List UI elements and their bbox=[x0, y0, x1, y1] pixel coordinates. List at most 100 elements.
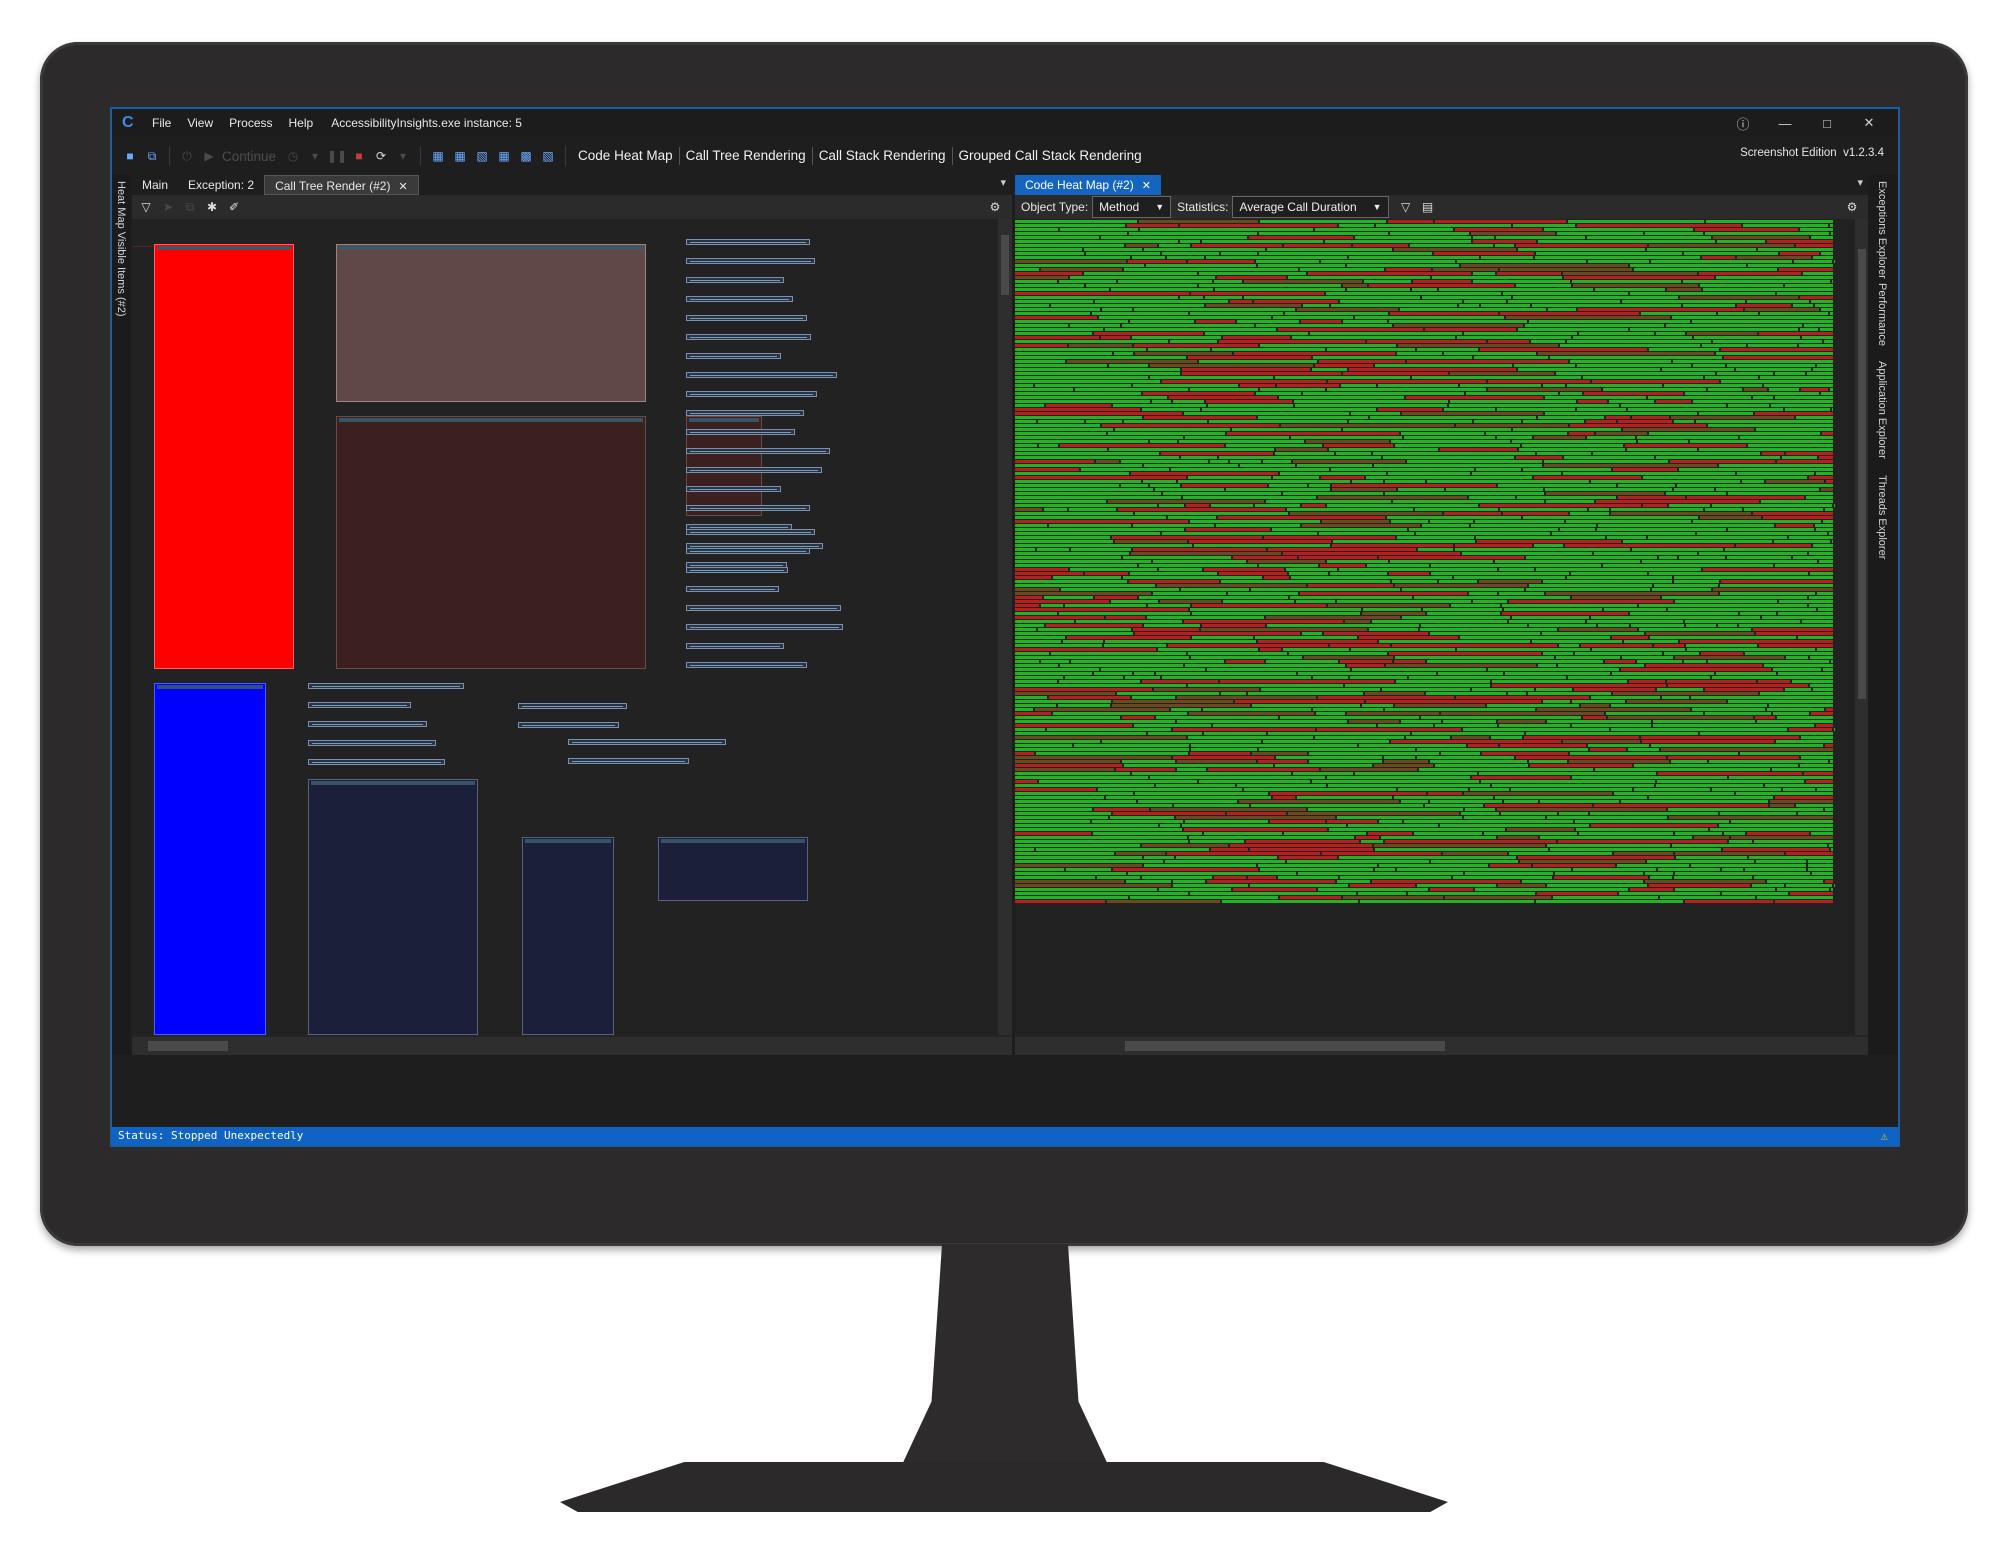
heat-map-cell[interactable] bbox=[1819, 560, 1833, 563]
heat-map-cell[interactable] bbox=[1430, 520, 1473, 523]
heat-map-cell[interactable] bbox=[1810, 684, 1833, 687]
tab-code-heat-map[interactable]: Code Heat Map (#2) ✕ bbox=[1015, 175, 1161, 195]
heat-map-cell[interactable] bbox=[1813, 256, 1833, 259]
heat-map-cell[interactable] bbox=[1132, 772, 1291, 775]
heat-map-cell[interactable] bbox=[1124, 420, 1207, 423]
heat-map-cell[interactable] bbox=[1058, 704, 1110, 707]
heat-map-cell[interactable] bbox=[1572, 776, 1727, 779]
heat-map-cell[interactable] bbox=[1675, 872, 1810, 875]
heat-map-cell[interactable] bbox=[1645, 232, 1703, 235]
heat-map-cell[interactable] bbox=[1487, 704, 1579, 707]
heat-map-cell[interactable] bbox=[1804, 772, 1833, 775]
heat-map-cell[interactable] bbox=[1789, 536, 1833, 539]
heat-map-cell[interactable] bbox=[1015, 816, 1108, 819]
heat-map-cell[interactable] bbox=[1525, 324, 1664, 327]
heat-map-cell[interactable] bbox=[1015, 880, 1124, 883]
heat-map-cell[interactable] bbox=[1379, 820, 1402, 823]
heat-map-cell[interactable] bbox=[1134, 724, 1211, 727]
heat-map-cell[interactable] bbox=[1158, 648, 1258, 651]
heat-map-cell[interactable] bbox=[1811, 712, 1833, 715]
heat-map-cell[interactable] bbox=[1199, 272, 1306, 275]
heat-map-cell[interactable] bbox=[1667, 680, 1756, 683]
heat-map-cell[interactable] bbox=[1223, 600, 1294, 603]
heat-map-cell[interactable] bbox=[1093, 832, 1202, 835]
heat-map-cell[interactable] bbox=[1672, 316, 1833, 319]
heat-map-cell[interactable] bbox=[1297, 796, 1392, 799]
heat-map-cell[interactable] bbox=[1641, 736, 1799, 739]
heat-map-cell[interactable] bbox=[1543, 700, 1570, 703]
heat-map-cell[interactable] bbox=[1190, 892, 1356, 895]
heat-map-cell[interactable] bbox=[1015, 356, 1186, 359]
heat-map-cell[interactable] bbox=[1744, 508, 1823, 511]
heat-map-cell[interactable] bbox=[1700, 732, 1833, 735]
heat-map-cell[interactable] bbox=[1825, 880, 1833, 883]
heat-map-cell[interactable] bbox=[1674, 876, 1752, 879]
heat-map-cell[interactable] bbox=[1015, 400, 1150, 403]
heat-map-cell[interactable] bbox=[1710, 828, 1833, 831]
heat-map-cell[interactable] bbox=[1821, 392, 1833, 395]
heat-map-cell[interactable] bbox=[1015, 396, 1167, 399]
heat-map-cell[interactable] bbox=[1722, 868, 1743, 871]
heat-map-cell[interactable] bbox=[1015, 312, 1090, 315]
exceptions-explorer-tab[interactable]: Exceptions Explorer bbox=[1876, 181, 1888, 279]
heat-map-cell[interactable] bbox=[1109, 448, 1274, 451]
heat-map-cell[interactable] bbox=[1263, 740, 1389, 743]
heat-map-cell[interactable] bbox=[1015, 532, 1160, 535]
heat-map-cell[interactable] bbox=[1015, 308, 1100, 311]
heat-map-cell[interactable] bbox=[1481, 780, 1655, 783]
heat-map-cell[interactable] bbox=[1015, 584, 1155, 587]
heat-map-cell[interactable] bbox=[1415, 508, 1498, 511]
pane-menu-icon[interactable]: ▾ bbox=[1857, 176, 1863, 189]
heat-map-cell[interactable] bbox=[1823, 668, 1833, 671]
heat-map-cell[interactable] bbox=[1394, 796, 1493, 799]
heat-map-cell[interactable] bbox=[1218, 516, 1385, 519]
heat-map-cell[interactable] bbox=[1775, 564, 1833, 567]
heat-map-cell[interactable] bbox=[1244, 788, 1396, 791]
tree-node-navy-small[interactable] bbox=[522, 837, 614, 1035]
tree-node-label[interactable] bbox=[686, 586, 779, 592]
heat-map-cell[interactable] bbox=[1381, 836, 1496, 839]
heat-map-cell[interactable] bbox=[1053, 712, 1187, 715]
heat-map-cell[interactable] bbox=[1469, 496, 1515, 499]
heat-map-cell[interactable] bbox=[1554, 876, 1648, 879]
heat-map-cell[interactable] bbox=[1275, 452, 1334, 455]
heat-map-cell[interactable] bbox=[1461, 812, 1499, 815]
heat-map-cell[interactable] bbox=[1208, 768, 1319, 771]
heat-map-cell[interactable] bbox=[1630, 328, 1798, 331]
heat-map-cell[interactable] bbox=[1556, 656, 1620, 659]
heat-map-cell[interactable] bbox=[1038, 420, 1084, 423]
heat-map-cell[interactable] bbox=[1135, 352, 1232, 355]
heat-map-cell[interactable] bbox=[1518, 856, 1674, 859]
heat-map-cell[interactable] bbox=[1290, 512, 1442, 515]
heat-map-cell[interactable] bbox=[1712, 788, 1781, 791]
heat-map-cell[interactable] bbox=[1092, 312, 1188, 315]
heat-map-cell[interactable] bbox=[1385, 840, 1556, 843]
heat-map-cell[interactable] bbox=[1176, 856, 1277, 859]
heat-map-cell[interactable] bbox=[1230, 300, 1252, 303]
heat-map-cell[interactable] bbox=[1132, 336, 1221, 339]
heat-map-cell[interactable] bbox=[1046, 404, 1111, 407]
heat-map-cell[interactable] bbox=[1070, 324, 1120, 327]
heat-map-cell[interactable] bbox=[1015, 688, 1152, 691]
heat-map-cell[interactable] bbox=[1182, 824, 1346, 827]
heat-map-cell[interactable] bbox=[1324, 444, 1393, 447]
heat-map-cell[interactable] bbox=[1015, 804, 1172, 807]
heat-map-cell[interactable] bbox=[1806, 780, 1833, 783]
heat-map-cell[interactable] bbox=[1182, 372, 1341, 375]
heat-map-cell[interactable] bbox=[1737, 256, 1811, 259]
heat-map-cell[interactable] bbox=[1769, 704, 1833, 707]
heat-map-cell[interactable] bbox=[1015, 488, 1153, 491]
heat-map-cell[interactable] bbox=[1762, 452, 1784, 455]
heat-map-cell[interactable] bbox=[1298, 872, 1463, 875]
heat-map-cell[interactable] bbox=[1015, 444, 1037, 447]
heat-map-cell[interactable] bbox=[1820, 328, 1833, 331]
heat-map-cell[interactable] bbox=[1395, 444, 1520, 447]
heat-map-cell[interactable] bbox=[1511, 788, 1632, 791]
heat-map-cell[interactable] bbox=[1669, 816, 1833, 819]
heat-map-cell[interactable] bbox=[1719, 824, 1833, 827]
heat-map-cell[interactable] bbox=[1572, 596, 1660, 599]
heat-map-cell[interactable] bbox=[1470, 788, 1509, 791]
heat-map-cell[interactable] bbox=[1668, 684, 1808, 687]
heat-map-cell[interactable] bbox=[1015, 232, 1127, 235]
heat-map-cell[interactable] bbox=[1285, 312, 1388, 315]
